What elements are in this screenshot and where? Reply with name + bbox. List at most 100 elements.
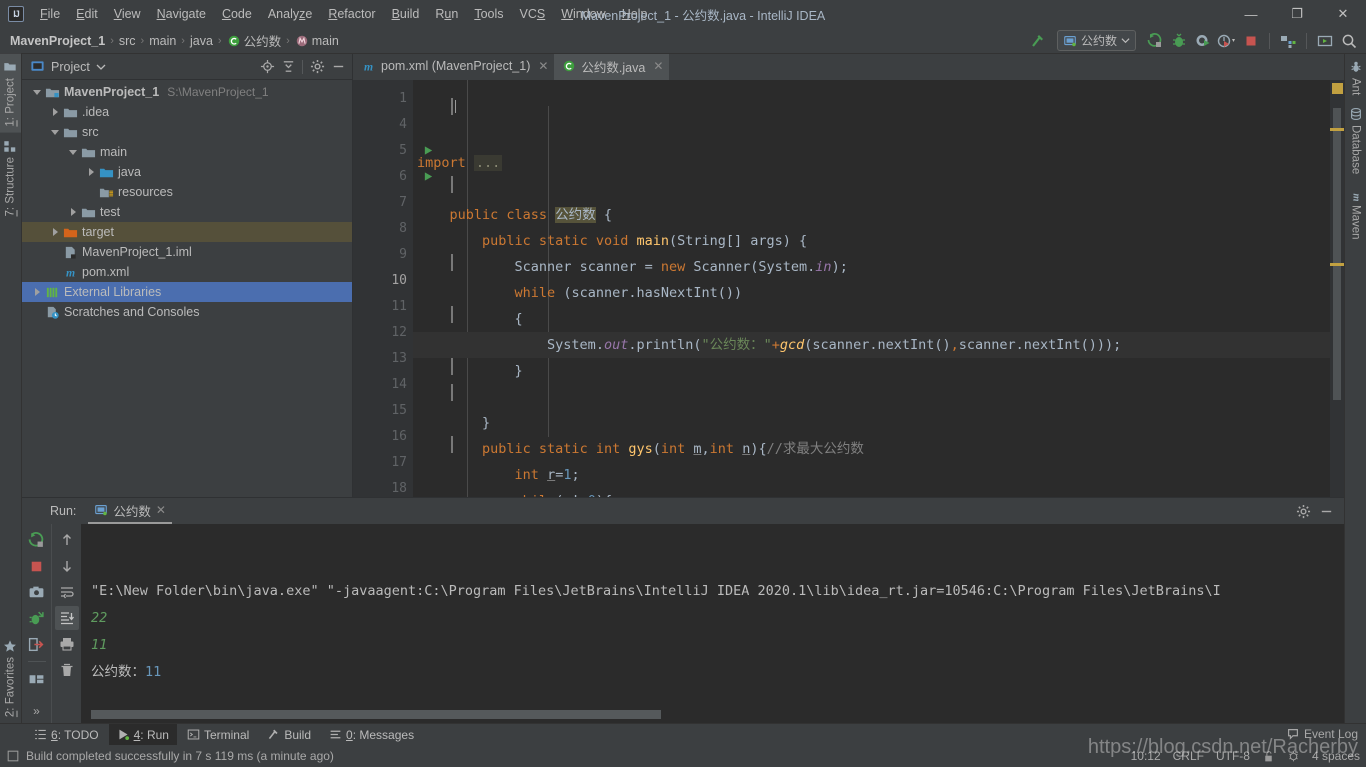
gutter-line-7[interactable]: 7 xyxy=(353,190,413,216)
gutter-line-8[interactable]: 8 xyxy=(353,216,413,242)
inspections-icon[interactable] xyxy=(1287,750,1300,763)
bottom-tool-window-build[interactable]: Build xyxy=(259,724,319,746)
breadcrumb-item-java[interactable]: java xyxy=(190,34,213,48)
screenshot-icon[interactable] xyxy=(25,580,49,604)
tree-node-mavenproject_1.iml[interactable]: MavenProject_1.iml xyxy=(22,242,352,262)
tree-node-.idea[interactable]: .idea xyxy=(22,102,352,122)
build-hammer-icon[interactable] xyxy=(1027,30,1049,52)
editor-scrollbar-thumb[interactable] xyxy=(1333,108,1341,400)
gutter-line-9[interactable]: 9 xyxy=(353,242,453,271)
code-line-15[interactable]: int r=1; xyxy=(413,462,1330,488)
chevron-down-icon[interactable] xyxy=(96,62,106,72)
menu-navigate[interactable]: Navigate xyxy=(149,2,214,26)
tree-node-pom.xml[interactable]: m pom.xml xyxy=(22,262,352,282)
tree-expand-arrow-icon[interactable] xyxy=(84,168,98,176)
editor-gutter[interactable]: 1 4 5 6 7 8 9 10 11 12 13 14 15 16 17 18 xyxy=(353,80,453,497)
bottom-tool-window-6-todo[interactable]: 6: TODO xyxy=(26,724,107,746)
caret-position[interactable]: 10:12 xyxy=(1131,749,1161,763)
dump-threads-icon[interactable] xyxy=(25,606,49,630)
gutter-line-17[interactable]: 17 xyxy=(353,450,413,476)
code-line-8[interactable]: while (scanner.hasNextInt()) xyxy=(413,280,1330,306)
menu-view[interactable]: View xyxy=(106,2,149,26)
gutter-line-12[interactable]: 12 xyxy=(353,320,413,346)
gutter-line-4[interactable]: 4 xyxy=(353,112,413,138)
console-output[interactable]: "E:\New Folder\bin\java.exe" "-javaagent… xyxy=(81,524,1344,723)
menu-help[interactable]: Help xyxy=(614,2,656,26)
code-line-16[interactable]: while(r!=0){ xyxy=(413,488,1330,497)
gutter-line-10[interactable]: 10 xyxy=(353,268,413,294)
tree-node-target[interactable]: target xyxy=(22,222,352,242)
gutter-line-16[interactable]: 16 xyxy=(353,424,453,453)
code-line-11[interactable]: } xyxy=(413,358,1330,384)
trash-icon[interactable] xyxy=(55,658,79,682)
line-separator[interactable]: CRLF xyxy=(1173,749,1204,763)
stop-icon[interactable] xyxy=(1240,30,1262,52)
gutter-line-18[interactable]: 18 xyxy=(353,476,413,497)
code-line-1[interactable]: import ... xyxy=(413,150,1330,176)
rerun-icon[interactable] xyxy=(25,528,49,552)
run-tab[interactable]: 公约数 ✕ xyxy=(88,498,172,524)
file-encoding[interactable]: UTF-8 xyxy=(1216,749,1250,763)
menu-analyze[interactable]: Analyze xyxy=(260,2,320,26)
editor-tab-公约数.java[interactable]: 公约数.java ✕ xyxy=(554,54,670,80)
gear-icon[interactable] xyxy=(1293,501,1313,521)
breadcrumb-item-mavenproject_1[interactable]: MavenProject_1 xyxy=(10,34,105,48)
stop-icon[interactable] xyxy=(25,554,49,578)
maximize-button[interactable]: ❐ xyxy=(1274,0,1320,28)
hide-panel-icon[interactable] xyxy=(1316,501,1336,521)
tree-node-src[interactable]: src xyxy=(22,122,352,142)
close-button[interactable]: ✕ xyxy=(1320,0,1366,28)
minimize-button[interactable]: — xyxy=(1228,0,1274,28)
menu-code[interactable]: Code xyxy=(214,2,260,26)
warning-marker[interactable] xyxy=(1330,128,1344,131)
tool-window-button-maven[interactable]: m Maven xyxy=(1345,181,1366,246)
run-configuration-selector[interactable]: 公约数 xyxy=(1056,30,1136,51)
menu-run[interactable]: Run xyxy=(427,2,466,26)
tool-window-button-database[interactable]: Database xyxy=(1345,101,1366,180)
gutter-line-6[interactable]: 6 xyxy=(353,164,453,193)
more-actions-icon[interactable]: » xyxy=(25,699,49,723)
tree-node-resources[interactable]: resources xyxy=(22,182,352,202)
tree-node-scratches-and-consoles[interactable]: Scratches and Consoles xyxy=(22,302,352,322)
hide-panel-icon[interactable] xyxy=(328,57,348,77)
tree-expand-arrow-icon[interactable] xyxy=(48,129,62,135)
code-content[interactable]: import ... public class 公约数 { public sta… xyxy=(413,80,1330,497)
code-line-13[interactable]: } xyxy=(413,410,1330,436)
gutter-line-14[interactable]: 14 xyxy=(353,372,453,401)
gutter-line-5[interactable]: 5 xyxy=(353,138,433,164)
code-line-14[interactable]: public static int gys(int m,int n){//求最大… xyxy=(413,436,1330,462)
breadcrumb-item-src[interactable]: src xyxy=(119,34,136,48)
tree-expand-arrow-icon[interactable] xyxy=(48,108,62,116)
tool-window-button-ant[interactable]: Ant xyxy=(1345,54,1366,101)
project-structure-icon[interactable] xyxy=(1277,30,1299,52)
layout-settings-icon[interactable] xyxy=(25,667,49,691)
code-line-10[interactable]: System.out.println("公约数："+gcd(scanner.ne… xyxy=(413,332,1330,358)
gutter-line-15[interactable]: 15 xyxy=(353,398,413,424)
gutter-line-13[interactable]: 13 xyxy=(353,346,453,375)
editor-tab-pom.xml[interactable]: m pom.xml (MavenProject_1) ✕ xyxy=(353,54,554,80)
unlock-icon[interactable] xyxy=(1262,750,1275,763)
search-everywhere-icon[interactable] xyxy=(1338,30,1360,52)
warning-marker[interactable] xyxy=(1330,263,1344,266)
soft-wrap-icon[interactable] xyxy=(55,580,79,604)
close-icon[interactable]: ✕ xyxy=(538,59,548,73)
menu-file[interactable]: File xyxy=(32,2,68,26)
up-arrow-icon[interactable] xyxy=(55,528,79,552)
breadcrumb-item--[interactable]: 公约数 xyxy=(227,31,281,50)
tree-expand-arrow-icon[interactable] xyxy=(30,288,44,296)
code-line-6[interactable]: public static void main(String[] args) { xyxy=(413,228,1330,254)
collapse-all-icon[interactable] xyxy=(278,57,298,77)
export-icon[interactable] xyxy=(25,632,49,656)
tree-node-external-libraries[interactable]: External Libraries xyxy=(22,282,352,302)
event-log-button[interactable]: Event Log xyxy=(1286,727,1358,741)
breadcrumb-item-main[interactable]: main xyxy=(295,34,339,48)
project-tree[interactable]: MavenProject_1 S:\MavenProject_1 .idea src m… xyxy=(22,80,352,497)
close-icon[interactable]: ✕ xyxy=(156,503,166,517)
scroll-to-end-icon[interactable] xyxy=(54,606,79,630)
debug-icon[interactable] xyxy=(1168,30,1190,52)
gutter-line-1[interactable]: 1 xyxy=(353,86,453,115)
menu-build[interactable]: Build xyxy=(384,2,428,26)
menu-window[interactable]: Window xyxy=(553,2,613,26)
tool-window-button-2-favorites[interactable]: 2: Favorites xyxy=(0,633,21,723)
console-horizontal-scrollbar[interactable] xyxy=(91,710,661,719)
